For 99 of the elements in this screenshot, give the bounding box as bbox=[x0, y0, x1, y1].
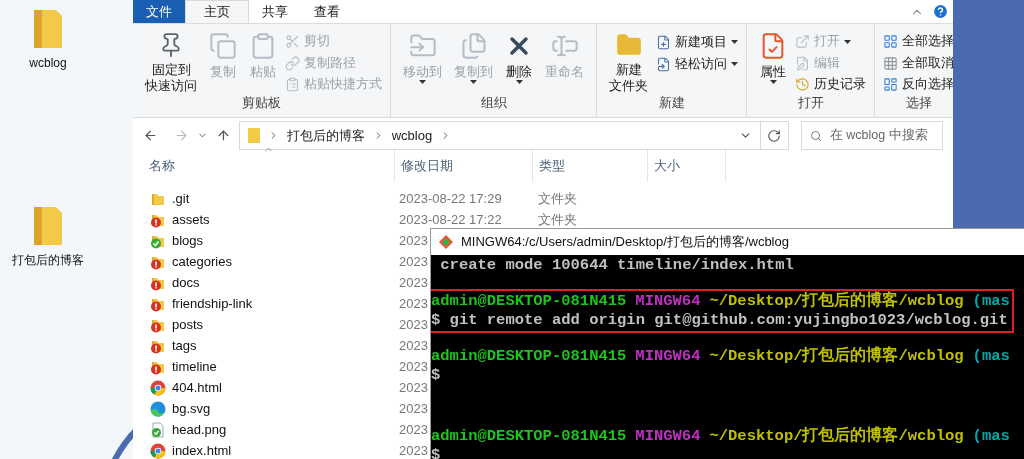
file-name[interactable]: 404.html bbox=[170, 377, 395, 398]
modified-date: 2023 bbox=[399, 252, 428, 271]
ribbon-button[interactable]: 全部取消 bbox=[883, 53, 953, 73]
ribbon-button[interactable]: 反向选择 bbox=[883, 74, 953, 95]
desktop-icon[interactable]: wcblog bbox=[0, 8, 96, 72]
grid-icon bbox=[883, 55, 898, 71]
terminal-text: $ git remote add origin git@github.com:yujingbo1023/wcblog.git bbox=[431, 311, 1008, 330]
ribbon-button[interactable]: 新建 文件夹 bbox=[605, 28, 652, 95]
group-label: 组织 bbox=[479, 95, 508, 113]
open-icon bbox=[795, 34, 810, 50]
terminal-text: ~/Desktop/打包后的博客/wcblog bbox=[709, 292, 964, 311]
browser-icon bbox=[150, 379, 166, 396]
file-link-icon bbox=[656, 56, 671, 72]
file-name[interactable]: categories bbox=[170, 251, 395, 272]
grid-icon bbox=[883, 77, 898, 93]
refresh-button[interactable] bbox=[760, 121, 789, 150]
file-name[interactable]: blogs bbox=[170, 230, 395, 251]
copy-icon bbox=[209, 32, 237, 60]
diamond-logo-icon bbox=[439, 235, 453, 249]
modified-date: 2023 bbox=[399, 357, 428, 376]
file-name[interactable]: .git bbox=[170, 188, 395, 209]
link-icon bbox=[285, 55, 300, 71]
desktop-icon[interactable]: 打包后的博客 bbox=[0, 205, 96, 269]
ribbon-button[interactable]: 固定到 快速访问 bbox=[141, 28, 201, 95]
file-name[interactable]: tags bbox=[170, 335, 395, 356]
file-name[interactable]: timeline bbox=[170, 356, 395, 377]
address-bar[interactable]: 打包后的博客 wcblog bbox=[238, 121, 761, 150]
file-name[interactable]: index.html bbox=[170, 440, 395, 459]
modified-date: 2023-08-22 17:29 bbox=[399, 189, 502, 208]
breadcrumb[interactable]: 打包后的博客 bbox=[286, 125, 365, 146]
file-name[interactable]: bg.svg bbox=[170, 398, 395, 419]
file-name[interactable]: head.png bbox=[170, 419, 395, 440]
terminal-text: admin@DESKTOP-081N415 bbox=[431, 292, 627, 311]
ribbon-tab[interactable]: 文件 bbox=[133, 0, 185, 23]
group-label: 新建 bbox=[657, 95, 686, 113]
ribbon-button[interactable]: 轻松访问 bbox=[656, 54, 738, 74]
modified-date: 2023 bbox=[399, 273, 428, 292]
modified-date: 2023 bbox=[399, 441, 428, 459]
search-field[interactable]: 在 wcblog 中搜索 bbox=[800, 121, 943, 150]
file-name[interactable]: docs bbox=[170, 272, 395, 293]
desktop-icon-label: wcblog bbox=[29, 55, 67, 72]
modified-date: 2023 bbox=[399, 336, 428, 355]
group-label: 选择 bbox=[904, 95, 933, 113]
modified-date: 2023 bbox=[399, 294, 428, 313]
files-icon bbox=[459, 32, 488, 60]
modified-date: 2023 bbox=[399, 315, 428, 334]
ribbon-tab[interactable]: 查看 bbox=[301, 0, 353, 23]
terminal-text: ~/Desktop/打包后的博客/wcblog bbox=[709, 347, 964, 366]
file-name[interactable]: posts bbox=[170, 314, 395, 335]
terminal-text: ~/Desktop/打包后的博客/wcblog bbox=[709, 427, 964, 446]
terminal-text: (mas bbox=[972, 347, 1010, 366]
ribbon-button[interactable]: 删除 bbox=[501, 28, 537, 95]
terminal-text: (mas bbox=[972, 427, 1010, 446]
ribbon-tab[interactable]: 主页 bbox=[185, 0, 249, 23]
ribbon-button[interactable]: 全部选择 bbox=[883, 32, 953, 52]
modified-date: 2023 bbox=[399, 231, 428, 250]
terminal-text: admin@DESKTOP-081N415 bbox=[431, 347, 627, 366]
terminal-text: $ bbox=[431, 366, 441, 385]
back-icon[interactable] bbox=[143, 128, 158, 143]
image-file-icon bbox=[150, 421, 166, 438]
terminal-text: (mas bbox=[972, 292, 1010, 311]
scissors-icon bbox=[285, 34, 300, 50]
terminal-text: MINGW64 bbox=[635, 427, 701, 446]
file-name[interactable]: assets bbox=[170, 209, 395, 230]
help-icon[interactable] bbox=[932, 3, 949, 20]
grid-icon bbox=[883, 34, 898, 50]
file-type: 文件夹 bbox=[537, 189, 577, 208]
group-label: 剪贴板 bbox=[241, 95, 282, 113]
refresh-icon bbox=[767, 128, 782, 143]
ribbon-button[interactable]: 新建项目 bbox=[656, 32, 738, 52]
column-header[interactable]: 名称 bbox=[133, 150, 395, 182]
terminal-text: admin@DESKTOP-081N415 bbox=[431, 427, 627, 446]
column-header[interactable]: 大小 bbox=[648, 150, 726, 182]
file-name[interactable]: friendship-link bbox=[170, 293, 395, 314]
modified-date: 2023 bbox=[399, 399, 428, 418]
ribbon-tab[interactable]: 共享 bbox=[249, 0, 301, 23]
terminal-text: MINGW64 bbox=[635, 292, 701, 311]
group-label: 打开 bbox=[796, 95, 825, 113]
pencil-file-icon bbox=[795, 55, 810, 71]
window-title: MINGW64:/c/Users/admin/Desktop/打包后的博客/wcblog bbox=[461, 233, 789, 252]
modified-date: 2023 bbox=[399, 378, 428, 397]
modified-date: 2023 bbox=[399, 420, 428, 439]
modified-date: 2023-08-22 17:22 bbox=[399, 210, 502, 229]
breadcrumb[interactable]: wcblog bbox=[391, 125, 433, 146]
folder-icon bbox=[247, 128, 260, 143]
ribbon-button[interactable]: 属性 bbox=[755, 28, 791, 95]
desktop-icon-label: 打包后的博客 bbox=[12, 252, 84, 269]
browser-icon bbox=[150, 400, 166, 417]
terminal-text: MINGW64 bbox=[635, 347, 701, 366]
clipboard-icon bbox=[285, 77, 300, 93]
column-header[interactable]: 修改日期 bbox=[395, 150, 533, 182]
file-type: 文件夹 bbox=[537, 210, 577, 229]
column-header[interactable]: 类型 bbox=[533, 150, 648, 182]
file-plus-icon bbox=[656, 34, 671, 50]
up-icon[interactable] bbox=[215, 128, 231, 143]
history-icon bbox=[795, 77, 810, 93]
search-icon bbox=[809, 129, 822, 142]
ribbon-button[interactable]: 历史记录 bbox=[795, 74, 866, 95]
terminal-text: create mode 100644 timeline/index.html bbox=[439, 256, 794, 275]
